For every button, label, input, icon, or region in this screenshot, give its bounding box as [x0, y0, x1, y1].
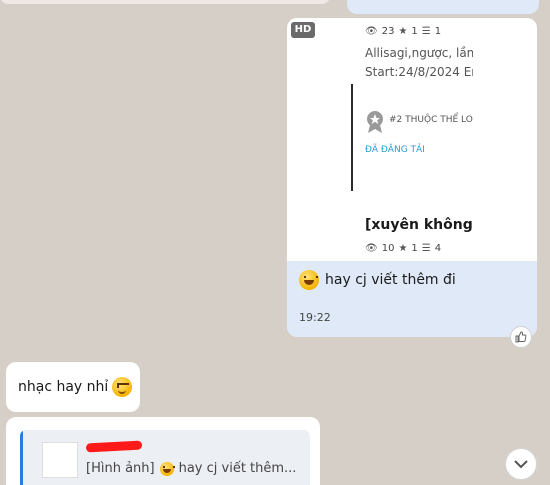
grinning-emoji-icon [299, 270, 319, 290]
quote-accent-bar [20, 430, 23, 485]
message-time: 19:22 [299, 311, 331, 324]
stats-row-bottom: 👁 10 ★ 1 ☰ 4 [365, 243, 442, 254]
thumbs-up-icon [515, 331, 527, 343]
star-icon: ★ [398, 26, 408, 37]
rank-label: #2 THUỘC THỂ LOẠ [389, 115, 473, 125]
received-message-text: nhạc hay nhỉ [18, 379, 109, 395]
received-message-bubble[interactable]: nhạc hay nhỉ [6, 362, 140, 412]
posted-label: ĐÃ ĐĂNG TẢI [365, 145, 425, 155]
description-line-1: Allisagi,ngược, lần c [365, 46, 473, 60]
description-line-2: Start:24/8/2024 End [365, 65, 473, 79]
list-icon: ☰ [421, 26, 431, 37]
chevron-down-icon [514, 460, 528, 469]
like-reaction-button[interactable] [510, 326, 532, 348]
stats-row-top: 👁 23 ★ 1 ☰ 1 [365, 26, 442, 37]
quote-text: [Hình ảnh] hay cj viết thêm... [86, 461, 297, 476]
redacted-sender-name [85, 440, 143, 453]
quoted-message[interactable]: [Hình ảnh] hay cj viết thêm... [20, 430, 310, 485]
list-icon: ☰ [421, 243, 431, 254]
image-content: 👁 23 ★ 1 ☰ 1 Allisagi,ngược, lần c Start… [351, 18, 473, 261]
sent-message-text: hay cj viết thêm đi [299, 270, 456, 290]
wink-emoji-icon [112, 377, 133, 397]
previous-received-bubble [0, 0, 330, 4]
story-title: [xuyên không vă [365, 217, 473, 233]
previous-sent-bubble [347, 0, 539, 14]
sent-message-bubble[interactable]: HD 👁 23 ★ 1 ☰ 1 Allisagi,ngược, lần c St… [287, 18, 537, 337]
scroll-to-bottom-button[interactable] [505, 448, 537, 480]
star-icon: ★ [398, 243, 408, 254]
eye-icon: 👁 [365, 26, 378, 37]
quote-thumbnail [42, 442, 78, 478]
received-reply-bubble[interactable]: [Hình ảnh] hay cj viết thêm... [6, 417, 320, 485]
sent-image[interactable]: HD 👁 23 ★ 1 ☰ 1 Allisagi,ngược, lần c St… [287, 18, 537, 261]
grinning-emoji-icon [159, 461, 175, 476]
medal-icon [367, 111, 383, 133]
eye-icon: 👁 [365, 243, 378, 254]
hd-badge: HD [291, 22, 315, 38]
